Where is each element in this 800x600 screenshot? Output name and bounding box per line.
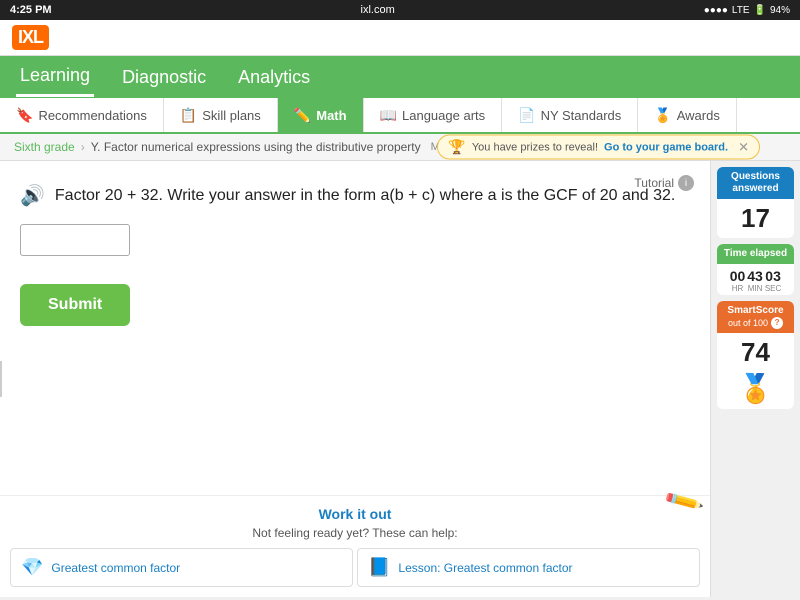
tab-math-label: Math (316, 108, 346, 123)
ixl-logo[interactable]: IXL (12, 25, 49, 50)
smart-score-value: 74 (717, 333, 794, 372)
smart-score-header: SmartScore out of 100 ? (717, 301, 794, 333)
logo-bar: IXL (0, 20, 800, 56)
awards-icon: 🏅 (654, 107, 671, 124)
tab-awards-label: Awards (677, 108, 720, 123)
tab-skill-plans[interactable]: 📋 Skill plans (164, 98, 278, 132)
answer-input[interactable] (20, 224, 130, 256)
prize-text: You have prizes to reveal! (472, 141, 598, 153)
nav-learning[interactable]: Learning (16, 57, 94, 97)
time-elapsed-header: Time elapsed (717, 244, 794, 264)
minutes-value: 43 (747, 268, 763, 284)
tab-bar: 🔖 Recommendations 📋 Skill plans ✏️ Math … (0, 98, 800, 134)
skill-plans-icon: 📋 (180, 107, 197, 124)
work-card-gcf[interactable]: 💎 Greatest common factor (10, 548, 353, 587)
seconds-value: 03 (765, 268, 781, 284)
work-card-lesson-text: Lesson: Greatest common factor (398, 561, 572, 575)
sound-icon[interactable]: 🔊 (20, 183, 45, 208)
questions-answered-header: Questions answered (717, 167, 794, 199)
tutorial-link[interactable]: Tutorial i (634, 175, 694, 191)
submit-button[interactable]: Submit (20, 284, 130, 326)
tab-language-arts-label: Language arts (402, 108, 485, 123)
nav-bar: Learning Diagnostic Analytics (0, 56, 800, 98)
breadcrumb-skill: Y. Factor numerical expressions using th… (91, 140, 421, 154)
work-it-out-section: Work it out Not feeling ready yet? These… (0, 495, 710, 597)
status-indicators: ●●●● LTE 🔋 94% (704, 5, 790, 16)
gem-icon: 💎 (21, 557, 43, 578)
question-text: 🔊 Factor 20 + 32. Write your answer in t… (20, 183, 690, 208)
seconds-label: SEC (765, 284, 781, 293)
minutes-unit: 43 MIN (747, 268, 763, 293)
battery-level: 94% (770, 5, 790, 16)
stats-panel: Questions answered 17 Time elapsed 00 HR… (710, 161, 800, 597)
minutes-label: MIN (747, 284, 763, 293)
work-card-gcf-text: Greatest common factor (51, 561, 180, 575)
time-elapsed-box: Time elapsed 00 HR 43 MIN 03 SEC (717, 244, 794, 295)
tab-skill-plans-label: Skill plans (202, 108, 261, 123)
tab-math[interactable]: ✏️ Math (278, 98, 364, 132)
status-url: ixl.com (361, 4, 395, 16)
questions-answered-value: 17 (717, 199, 794, 238)
tutorial-label: Tutorial (634, 176, 674, 190)
hours-label: HR (730, 284, 746, 293)
nav-analytics[interactable]: Analytics (234, 59, 314, 96)
trophy-icon: 🏆 (448, 139, 465, 156)
nav-diagnostic[interactable]: Diagnostic (118, 59, 210, 96)
tab-recommendations-label: Recommendations (38, 108, 146, 123)
tutorial-info-icon: i (678, 175, 694, 191)
time-values: 00 HR 43 MIN 03 SEC (717, 264, 794, 295)
breadcrumb-sep-1: › (81, 140, 85, 154)
smart-score-box: SmartScore out of 100 ? 74 🏅 (717, 301, 794, 409)
status-time: 4:25 PM (10, 4, 52, 16)
language-arts-icon: 📖 (380, 107, 397, 124)
breadcrumb-bar: Sixth grade › Y. Factor numerical expres… (0, 134, 800, 161)
work-it-out-title: Work it out (10, 506, 700, 522)
recommendations-icon: 🔖 (16, 107, 33, 124)
signal-icon: ●●●● (704, 5, 728, 16)
ny-standards-icon: 📄 (518, 107, 535, 124)
content-wrapper: Tutorial i 🔊 Factor 20 + 32. Write your … (0, 161, 800, 597)
math-icon: ✏️ (294, 107, 311, 124)
smart-score-title: SmartScore (719, 305, 792, 317)
expand-arrow[interactable]: ‹ (0, 361, 2, 397)
smart-score-subtext: out of 100 (728, 318, 768, 329)
battery-icon: 🔋 (754, 5, 766, 16)
medal-icon: 🏅 (717, 372, 794, 409)
question-content: Factor 20 + 32. Write your answer in the… (55, 187, 675, 205)
lesson-icon: 📘 (368, 557, 390, 578)
network-label: LTE (732, 5, 750, 16)
prize-link[interactable]: Go to your game board. (604, 141, 728, 153)
smart-score-info-icon: ? (771, 317, 783, 329)
smart-score-subheader: out of 100 ? (719, 317, 792, 329)
prize-banner: 🏆 You have prizes to reveal! Go to your … (437, 135, 760, 160)
tab-ny-standards[interactable]: 📄 NY Standards (502, 98, 638, 132)
breadcrumb-grade[interactable]: Sixth grade (14, 140, 75, 154)
seconds-unit: 03 SEC (765, 268, 781, 293)
work-it-out-subtitle: Not feeling ready yet? These can help: (10, 526, 700, 540)
tab-language-arts[interactable]: 📖 Language arts (364, 98, 503, 132)
tab-awards[interactable]: 🏅 Awards (638, 98, 737, 132)
questions-answered-box: Questions answered 17 (717, 167, 794, 238)
prize-close-button[interactable]: ✕ (738, 139, 749, 155)
hours-unit: 00 HR (730, 268, 746, 293)
tab-recommendations[interactable]: 🔖 Recommendations (0, 98, 164, 132)
work-card-lesson[interactable]: 📘 Lesson: Greatest common factor (357, 548, 700, 587)
tab-ny-standards-label: NY Standards (541, 108, 622, 123)
work-cards: 💎 Greatest common factor 📘 Lesson: Great… (10, 548, 700, 587)
status-bar: 4:25 PM ixl.com ●●●● LTE 🔋 94% (0, 0, 800, 20)
hours-value: 00 (730, 268, 746, 284)
